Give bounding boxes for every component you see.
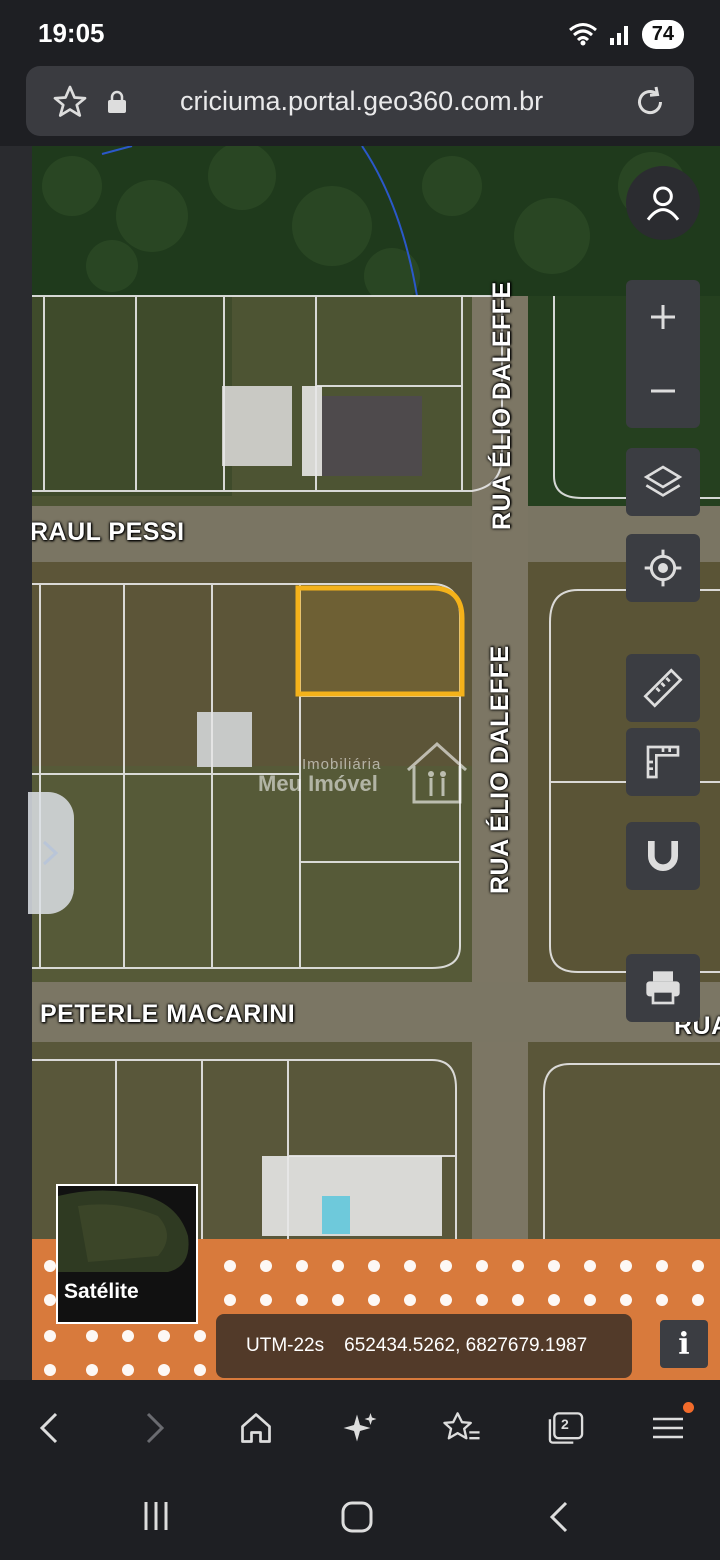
- ai-sparkle-icon: [343, 1413, 377, 1442]
- status-icons: 74: [568, 18, 684, 50]
- locate-button[interactable]: [626, 534, 700, 602]
- lock-icon: [108, 90, 126, 113]
- measure-distance-button[interactable]: [626, 654, 700, 722]
- wifi-icon: [568, 23, 597, 46]
- street-label-peterle-macarini: PETERLE MACARINI: [40, 1000, 296, 1028]
- back-icon: [39, 1412, 58, 1444]
- ai-assistant-button[interactable]: [336, 1404, 384, 1452]
- coordinate-readout: UTM-22s 652434.5262, 6827679.1987: [216, 1314, 632, 1378]
- measure-area-button[interactable]: [626, 728, 700, 796]
- zoom-in-button[interactable]: [626, 280, 700, 354]
- street-label-raul-pessi: RAUL PESSI: [32, 518, 185, 546]
- print-button[interactable]: [626, 954, 700, 1022]
- tabs-button[interactable]: 2: [542, 1404, 590, 1452]
- home-button[interactable]: [232, 1404, 280, 1452]
- watermark-big-text: Meu Imóvel: [258, 771, 378, 796]
- chevron-right-icon: [42, 840, 59, 866]
- user-button[interactable]: [626, 166, 700, 240]
- street-label-elio-daleffe-top: RUA ÉLIO DALEFFE: [488, 281, 516, 530]
- coordinate-system: UTM-22s: [246, 1335, 325, 1356]
- info-icon: i: [678, 1326, 690, 1362]
- magnet-icon: [648, 841, 678, 871]
- zoom-in-icon: [651, 305, 675, 329]
- system-back-icon[interactable]: [544, 1500, 572, 1534]
- print-icon: [646, 971, 680, 1005]
- zoom-out-icon: [651, 389, 675, 393]
- star-icon[interactable]: [52, 84, 88, 120]
- recents-icon[interactable]: [140, 1500, 172, 1532]
- layers-button[interactable]: [626, 448, 700, 516]
- browser-toolbar: 2: [0, 1380, 720, 1472]
- side-panel-strip: [0, 146, 32, 1380]
- tab-count: 2: [561, 1416, 569, 1432]
- back-button[interactable]: [26, 1404, 74, 1452]
- snap-button[interactable]: [626, 822, 700, 890]
- coordinate-value: 652434.5262, 6827679.1987: [344, 1335, 588, 1356]
- area-measure-icon: [646, 745, 680, 779]
- bookmarks-button[interactable]: [438, 1404, 486, 1452]
- basemap-label: Satélite: [64, 1280, 139, 1303]
- home-circle-icon[interactable]: [340, 1500, 374, 1534]
- reload-icon[interactable]: [632, 84, 668, 120]
- watermark: Imobiliária Meu Imóvel: [258, 756, 381, 797]
- zoom-out-button[interactable]: [626, 354, 700, 428]
- menu-button[interactable]: [644, 1402, 694, 1452]
- notification-dot: [683, 1402, 694, 1413]
- url-bar[interactable]: criciuma.portal.geo360.com.br: [26, 66, 694, 136]
- signal-icon: [609, 26, 628, 45]
- url-text[interactable]: criciuma.portal.geo360.com.br: [180, 86, 543, 117]
- locate-icon: [644, 549, 682, 587]
- ruler-icon: [643, 668, 683, 708]
- battery-badge: 74: [641, 19, 684, 49]
- forward-icon: [146, 1412, 165, 1444]
- forward-button[interactable]: [130, 1404, 178, 1452]
- street-label-elio-daleffe-mid: RUA ÉLIO DALEFFE: [486, 645, 514, 894]
- selected-parcel: [295, 585, 465, 697]
- watermark-house-logo: [406, 741, 468, 804]
- side-panel-handle[interactable]: [28, 792, 74, 914]
- basemap-switcher[interactable]: Satélite: [56, 1184, 198, 1324]
- status-bar: 19:05 74: [0, 0, 720, 64]
- layers-icon: [643, 465, 683, 497]
- info-button[interactable]: i: [660, 1320, 708, 1368]
- status-time: 19:05: [38, 18, 105, 48]
- system-navigation-bar: [0, 1472, 720, 1560]
- user-icon: [646, 186, 680, 221]
- bookmarks-icon: [443, 1412, 480, 1440]
- menu-icon: [653, 1417, 683, 1439]
- home-icon: [241, 1413, 271, 1443]
